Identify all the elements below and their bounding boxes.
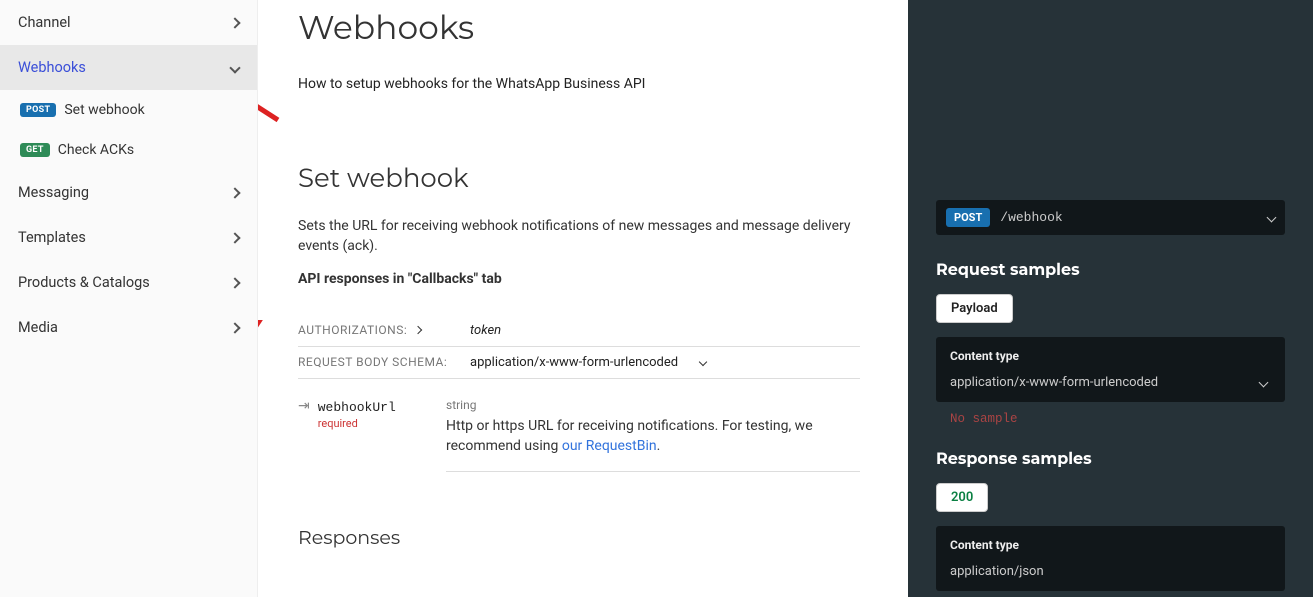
response-samples-heading: Response samples [936, 450, 1285, 469]
chevron-right-icon [229, 232, 240, 243]
sidebar-subitem-check-acks[interactable]: GET Check ACKs [0, 130, 257, 170]
required-marker-icon: ⇥ [298, 399, 310, 413]
sidebar-item-products-catalogs[interactable]: Products & Catalogs [0, 260, 257, 305]
sidebar-subitem-set-webhook[interactable]: POST Set webhook [0, 90, 257, 130]
callbacks-note: API responses in "Callbacks" tab [298, 271, 860, 287]
responses-heading: Responses [298, 526, 860, 549]
param-desc-cell: string Http or https URL for receiving n… [446, 397, 860, 472]
sidebar-item-media[interactable]: Media [0, 305, 257, 350]
param-description: Http or https URL for receiving notifica… [446, 418, 813, 454]
content-type-label: Content type [950, 349, 1271, 363]
request-content-type-box: Content type application/x-www-form-urle… [936, 337, 1285, 402]
param-name: webhookUrl [318, 400, 396, 415]
request-body-schema-row[interactable]: REQUEST BODY SCHEMA: application/x-www-f… [298, 347, 860, 379]
sidebar-item-label: Products & Catalogs [18, 274, 150, 291]
endpoint-bar[interactable]: POST /webhook [936, 200, 1285, 235]
content-type-label: Content type [950, 538, 1271, 552]
content-type-select[interactable]: application/x-www-form-urlencoded [950, 369, 1271, 390]
sidebar-item-label: Channel [18, 14, 71, 31]
intro-text: How to setup webhooks for the WhatsApp B… [298, 76, 860, 92]
param-row-webhookurl: ⇥ webhookUrl required string Http or htt… [298, 397, 860, 472]
param-name-cell: ⇥ webhookUrl required [298, 397, 422, 430]
chevron-down-icon [229, 62, 240, 73]
reqbody-value: application/x-www-form-urlencoded [470, 355, 678, 370]
reqbody-label: REQUEST BODY SCHEMA: [298, 355, 448, 369]
chevron-right-icon [229, 17, 240, 28]
auth-value: token [470, 323, 501, 338]
method-badge-post: POST [20, 103, 56, 117]
tab-200[interactable]: 200 [936, 483, 988, 512]
required-label: required [318, 417, 396, 430]
chevron-down-icon [1259, 378, 1269, 388]
sidebar-subitem-label: Check ACKs [58, 142, 134, 158]
sidebar-item-label: Media [18, 319, 58, 336]
no-sample-text: No sample [936, 412, 1285, 426]
main-content: Webhooks How to setup webhooks for the W… [258, 0, 908, 597]
content-type-value: application/json [950, 564, 1044, 579]
sidebar: Channel Webhooks POST Set webhook GET Ch… [0, 0, 258, 597]
request-samples-heading: Request samples [936, 261, 1285, 280]
samples-panel: POST /webhook Request samples Payload Co… [908, 0, 1313, 597]
sidebar-item-label: Messaging [18, 184, 89, 201]
chevron-down-icon [699, 358, 707, 366]
endpoint-method-badge: POST [946, 208, 990, 227]
section-description: Sets the URL for receiving webhook notif… [298, 216, 860, 257]
annotation-arrow-icon [258, 20, 298, 140]
content-type-select[interactable]: application/json [950, 558, 1271, 579]
chevron-right-icon [229, 187, 240, 198]
sidebar-item-templates[interactable]: Templates [0, 215, 257, 260]
sidebar-subitem-label: Set webhook [64, 102, 144, 118]
chevron-right-icon [414, 326, 422, 334]
chevron-right-icon [229, 322, 240, 333]
sidebar-item-label: Webhooks [18, 59, 86, 76]
tab-payload[interactable]: Payload [936, 294, 1013, 323]
sidebar-item-channel[interactable]: Channel [0, 0, 257, 45]
endpoint-path: /webhook [1000, 210, 1258, 225]
section-title: Set webhook [298, 162, 860, 194]
page-title: Webhooks [298, 8, 860, 48]
annotation-arrow-icon [258, 320, 283, 460]
requestbin-link[interactable]: our RequestBin [562, 438, 657, 454]
chevron-down-icon [1267, 213, 1277, 223]
auth-label: AUTHORIZATIONS: [298, 323, 448, 337]
param-type: string [446, 397, 860, 414]
sidebar-item-messaging[interactable]: Messaging [0, 170, 257, 215]
content-type-value: application/x-www-form-urlencoded [950, 375, 1158, 390]
authorizations-row[interactable]: AUTHORIZATIONS: token [298, 315, 860, 347]
chevron-right-icon [229, 277, 240, 288]
sidebar-item-label: Templates [18, 229, 86, 246]
sidebar-item-webhooks[interactable]: Webhooks [0, 45, 257, 90]
response-content-type-box: Content type application/json [936, 526, 1285, 591]
method-badge-get: GET [20, 143, 50, 157]
